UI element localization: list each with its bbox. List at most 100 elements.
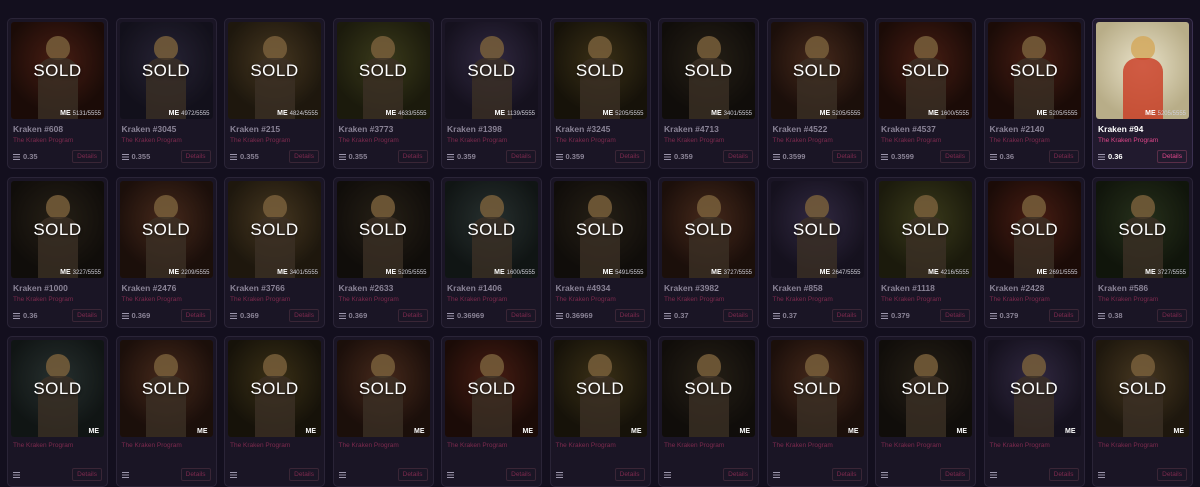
nft-image[interactable]: SOLD ME 3227/5555 (11, 181, 104, 278)
nft-image[interactable]: SOLD ME 4972/5555 (119, 22, 213, 119)
nft-card[interactable]: SOLD ME 1139/5555 Kraken #1398 The Krake… (441, 18, 542, 169)
collection-link[interactable]: The Kraken Program (1098, 442, 1187, 449)
nft-card[interactable]: ME 5205/5555 Kraken #94 The Kraken Progr… (1092, 18, 1193, 169)
details-button[interactable]: Details (506, 150, 536, 163)
collection-link[interactable]: The Kraken Program (990, 296, 1079, 303)
collection-link[interactable]: The Kraken Program (556, 442, 645, 449)
collection-link[interactable]: The Kraken Program (122, 137, 211, 144)
nft-image[interactable]: SOLD ME 3401/5555 (662, 22, 755, 119)
details-button[interactable]: Details (289, 468, 319, 481)
nft-image[interactable]: SOLD ME 3727/5555 (662, 181, 755, 278)
nft-card[interactable]: SOLD ME The Kraken Program Details (983, 336, 1085, 487)
collection-link[interactable]: The Kraken Program (339, 442, 428, 449)
collection-link[interactable]: The Kraken Program (881, 442, 970, 449)
details-button[interactable]: Details (72, 309, 102, 322)
nft-image[interactable]: SOLD ME 4824/5555 (228, 22, 321, 119)
collection-link[interactable]: The Kraken Program (13, 442, 102, 449)
details-button[interactable]: Details (1048, 468, 1079, 481)
collection-link[interactable]: The Kraken Program (664, 442, 753, 449)
nft-image[interactable]: SOLD ME (336, 340, 430, 437)
nft-image[interactable]: SOLD ME 5131/5555 (11, 22, 104, 119)
nft-image[interactable]: SOLD ME 1600/5555 (879, 22, 972, 119)
nft-card[interactable]: SOLD ME The Kraken Program Details (549, 336, 651, 487)
details-button[interactable]: Details (397, 150, 428, 163)
nft-name[interactable]: Kraken #94 (1098, 124, 1187, 134)
nft-card[interactable]: SOLD ME 2647/5555 Kraken #858 The Kraken… (766, 177, 868, 328)
details-button[interactable]: Details (1157, 468, 1187, 481)
nft-card[interactable]: SOLD ME 2691/5555 Kraken #2428 The Krake… (983, 177, 1085, 328)
nft-image[interactable]: SOLD ME 3401/5555 (228, 181, 321, 278)
nft-card[interactable]: SOLD ME 5205/5555 Kraken #3245 The Krake… (549, 18, 651, 169)
details-button[interactable]: Details (940, 309, 970, 322)
nft-card[interactable]: SOLD ME 4216/5555 Kraken #1118 The Krake… (875, 177, 976, 328)
details-button[interactable]: Details (506, 468, 536, 481)
nft-card[interactable]: SOLD ME The Kraken Program Details (7, 336, 108, 487)
details-button[interactable]: Details (831, 468, 862, 481)
collection-link[interactable]: The Kraken Program (990, 137, 1079, 144)
nft-card[interactable]: SOLD ME 5205/5555 Kraken #4522 The Krake… (766, 18, 868, 169)
collection-link[interactable]: The Kraken Program (664, 137, 753, 144)
details-button[interactable]: Details (940, 468, 970, 481)
nft-card[interactable]: SOLD ME 4972/5555 Kraken #3045 The Krake… (115, 18, 217, 169)
nft-image[interactable]: SOLD ME 5205/5555 (770, 22, 864, 119)
details-button[interactable]: Details (831, 150, 862, 163)
details-button[interactable]: Details (614, 150, 645, 163)
details-button[interactable]: Details (1048, 309, 1079, 322)
nft-image[interactable]: SOLD ME 5491/5555 (553, 181, 647, 278)
details-button[interactable]: Details (1157, 150, 1187, 163)
collection-link[interactable]: The Kraken Program (556, 137, 645, 144)
details-button[interactable]: Details (180, 468, 211, 481)
nft-name[interactable]: Kraken #608 (13, 124, 102, 134)
collection-link[interactable]: The Kraken Program (122, 442, 211, 449)
nft-card[interactable]: SOLD ME The Kraken Program Details (875, 336, 976, 487)
details-button[interactable]: Details (506, 309, 536, 322)
nft-image[interactable]: SOLD ME 5205/5555 (987, 22, 1081, 119)
nft-image[interactable]: SOLD ME (987, 340, 1081, 437)
details-button[interactable]: Details (723, 468, 753, 481)
nft-card[interactable]: SOLD ME 3401/5555 Kraken #3766 The Krake… (224, 177, 325, 328)
collection-link[interactable]: The Kraken Program (773, 296, 862, 303)
details-button[interactable]: Details (72, 468, 102, 481)
nft-name[interactable]: Kraken #4713 (664, 124, 753, 134)
nft-name[interactable]: Kraken #1406 (447, 283, 536, 293)
collection-link[interactable]: The Kraken Program (556, 296, 645, 303)
details-button[interactable]: Details (940, 150, 970, 163)
details-button[interactable]: Details (1157, 309, 1187, 322)
collection-link[interactable]: The Kraken Program (230, 296, 319, 303)
nft-image[interactable]: SOLD ME 4216/5555 (879, 181, 972, 278)
collection-link[interactable]: The Kraken Program (339, 137, 428, 144)
nft-card[interactable]: SOLD ME The Kraken Program Details (1092, 336, 1193, 487)
nft-card[interactable]: SOLD ME 3227/5555 Kraken #1000 The Krake… (7, 177, 108, 328)
nft-name[interactable]: Kraken #4934 (556, 283, 645, 293)
details-button[interactable]: Details (72, 150, 102, 163)
nft-name[interactable]: Kraken #3245 (556, 124, 645, 134)
nft-card[interactable]: SOLD ME The Kraken Program Details (766, 336, 868, 487)
nft-name[interactable]: Kraken #3766 (230, 283, 319, 293)
collection-link[interactable]: The Kraken Program (230, 442, 319, 449)
details-button[interactable]: Details (614, 468, 645, 481)
nft-card[interactable]: SOLD ME 4633/5555 Kraken #3773 The Krake… (332, 18, 434, 169)
collection-link[interactable]: The Kraken Program (881, 137, 970, 144)
details-button[interactable]: Details (723, 150, 753, 163)
nft-card[interactable]: SOLD ME 5131/5555 Kraken #608 The Kraken… (7, 18, 108, 169)
nft-card[interactable]: SOLD ME 5205/5555 Kraken #2633 The Krake… (332, 177, 434, 328)
nft-name[interactable]: Kraken #215 (230, 124, 319, 134)
details-button[interactable]: Details (180, 309, 211, 322)
nft-name[interactable]: Kraken #3982 (664, 283, 753, 293)
nft-name[interactable]: Kraken #3045 (122, 124, 211, 134)
nft-image[interactable]: SOLD ME 3727/5555 (1096, 181, 1189, 278)
nft-image[interactable]: SOLD ME 2647/5555 (770, 181, 864, 278)
collection-link[interactable]: The Kraken Program (881, 296, 970, 303)
details-button[interactable]: Details (397, 309, 428, 322)
collection-link[interactable]: The Kraken Program (447, 137, 536, 144)
nft-card[interactable]: SOLD ME 1600/5555 Kraken #1406 The Krake… (441, 177, 542, 328)
collection-link[interactable]: The Kraken Program (1098, 137, 1187, 144)
nft-image[interactable]: SOLD ME 1139/5555 (445, 22, 538, 119)
collection-link[interactable]: The Kraken Program (773, 442, 862, 449)
nft-image[interactable]: SOLD ME (770, 340, 864, 437)
nft-name[interactable]: Kraken #1118 (881, 283, 970, 293)
nft-card[interactable]: SOLD ME 3727/5555 Kraken #3982 The Krake… (658, 177, 759, 328)
nft-name[interactable]: Kraken #1000 (13, 283, 102, 293)
collection-link[interactable]: The Kraken Program (447, 442, 536, 449)
nft-image[interactable]: SOLD ME (1096, 340, 1189, 437)
